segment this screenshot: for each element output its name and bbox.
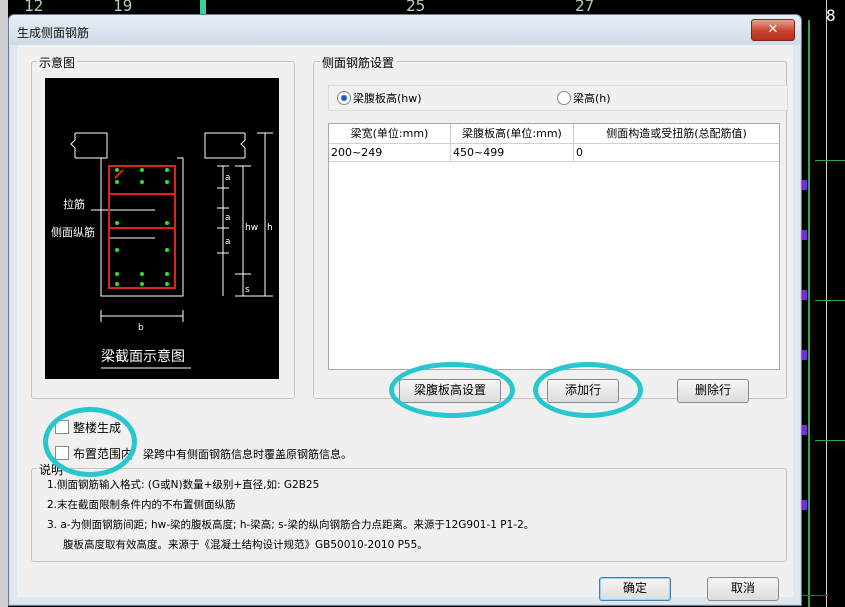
diagram-caption: 梁截面示意图 — [101, 348, 185, 365]
cancel-button[interactable]: 取消 — [707, 577, 779, 601]
axis-number: 19 — [113, 0, 133, 15]
hw-label: hw — [245, 223, 258, 233]
spacing-a-label: a — [225, 173, 231, 183]
settings-group-label: 侧面钢筋设置 — [320, 54, 397, 71]
h-label: h — [267, 223, 273, 233]
column-header-beam-width[interactable]: 梁宽(单位:mm) — [329, 124, 451, 144]
dialog-body: 示意图 拉筋 侧面纵筋 a a a s hw h b 梁截面示意图 侧面钢筋设置… — [17, 45, 793, 601]
column-header-rebar-value[interactable]: 侧面构造或受扭筋(总配筋值) — [574, 124, 779, 144]
highlight-circle — [43, 407, 137, 477]
web-height-radio-label[interactable]: 梁腹板高(hw) — [353, 90, 422, 106]
note-line: 3. a-为侧面钢筋间距; hw-梁的腹板高度; h-梁高; s-梁的纵向钢筋合… — [47, 519, 535, 531]
beam-section-drawing: 拉筋 侧面纵筋 a a a s hw h b 梁截面示意图 — [51, 132, 273, 369]
tie-bar-label: 拉筋 — [63, 197, 85, 211]
s-label: s — [245, 285, 250, 295]
beam-height-radio-label[interactable]: 梁高(h) — [573, 90, 611, 106]
close-button[interactable]: ✕ — [751, 19, 795, 41]
dialog-title: 生成侧面钢筋 — [17, 26, 90, 40]
highlight-circle — [533, 362, 643, 418]
axis-number: 27 — [575, 0, 595, 15]
spacing-a-label: a — [225, 213, 231, 223]
table-cell[interactable]: 0 — [574, 144, 779, 162]
beam-section-diagram: 拉筋 侧面纵筋 a a a s hw h b 梁截面示意图 — [45, 78, 279, 379]
axis-number: 12 — [24, 0, 44, 15]
side-bar-label: 侧面纵筋 — [51, 225, 95, 239]
note-line: 2.末在截面限制条件内的不布置侧面纵筋 — [47, 499, 236, 511]
column-header-web-height[interactable]: 梁腹板高(单位:mm) — [451, 124, 574, 144]
note-line: 腹板高度取有效高度。来源于《混凝土结构设计规范》GB50010-2010 P55… — [63, 539, 428, 551]
generate-side-rebar-dialog: 生成侧面钢筋 ✕ 示意图 拉筋 侧面纵筋 a a a s hw h b 梁截面示… — [8, 14, 802, 606]
axis-number: 8 — [826, 6, 836, 25]
table-cell[interactable]: 450~499 — [451, 144, 574, 162]
highlight-circle — [389, 362, 515, 418]
delete-row-button[interactable]: 删除行 — [677, 379, 749, 403]
diagram-group-label: 示意图 — [37, 54, 78, 71]
table-cell[interactable]: 200~249 — [329, 144, 451, 162]
note-line: 1.侧面钢筋输入格式: (G或N)数量+级别+直径,如: G2B25 — [47, 479, 320, 491]
beam-height-radio[interactable] — [557, 91, 571, 105]
side-rebar-table[interactable]: 梁宽(单位:mm) 梁腹板高(单位:mm) 侧面构造或受扭筋(总配筋值) 200… — [328, 123, 780, 370]
web-height-radio[interactable] — [337, 91, 351, 105]
dialog-titlebar[interactable]: 生成侧面钢筋 ✕ — [9, 15, 801, 45]
spacing-a-label: a — [225, 237, 231, 247]
overwrite-note-label: 梁跨中有侧面钢筋信息时覆盖原钢筋信息。 — [143, 448, 352, 461]
axis-number: 25 — [406, 0, 426, 15]
height-mode-radio-group: 梁腹板高(hw) 梁高(h) — [328, 85, 788, 111]
ok-button[interactable]: 确定 — [599, 577, 671, 601]
b-label: b — [138, 323, 144, 333]
